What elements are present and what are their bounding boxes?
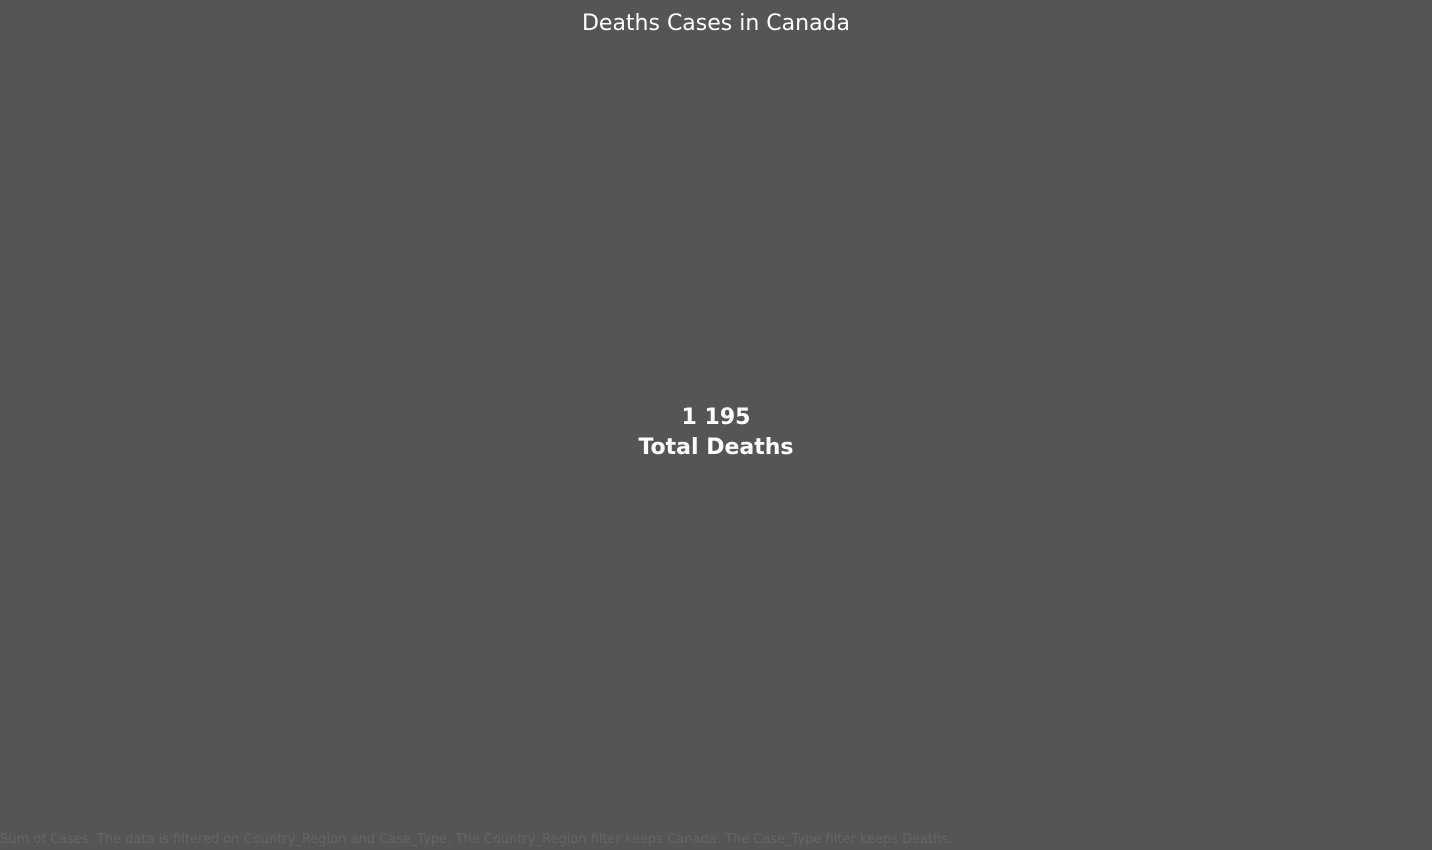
total-deaths-value: 1 195 <box>681 405 751 430</box>
total-deaths-label: Total Deaths <box>638 435 794 460</box>
filter-caption: Sum of Cases. The data is filtered on Co… <box>0 832 953 847</box>
kpi-text-mark: 1 195 Total Deaths <box>0 403 1432 463</box>
chart-title: Deaths Cases in Canada <box>581 11 851 36</box>
kpi-view: Deaths Cases in Canada 1 195 Total Death… <box>0 0 1432 850</box>
